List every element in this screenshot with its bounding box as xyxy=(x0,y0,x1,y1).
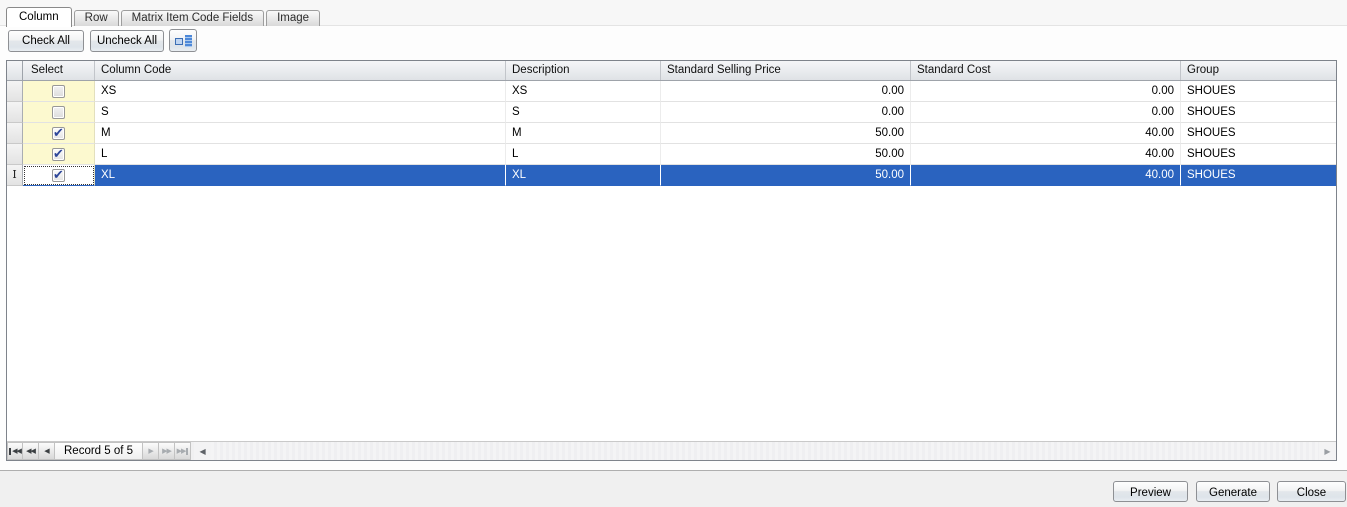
nav-next-page-button[interactable]: ▶▶ xyxy=(159,442,176,460)
row-checkbox[interactable] xyxy=(52,146,65,162)
standard-selling-price-cell[interactable]: 50.00 xyxy=(661,165,911,186)
standard-cost-cell[interactable]: 0.00 xyxy=(911,81,1181,102)
group-cell[interactable]: SHOUES xyxy=(1181,102,1336,123)
group-cell[interactable]: SHOUES xyxy=(1181,123,1336,144)
footer-bar: Preview Generate Close xyxy=(0,471,1347,507)
standard-selling-price-cell[interactable]: 50.00 xyxy=(661,123,911,144)
column-code-cell[interactable]: S xyxy=(95,102,506,123)
tab-image[interactable]: Image xyxy=(266,10,321,26)
standard-cost-cell[interactable]: 0.00 xyxy=(911,102,1181,123)
prev-page-icon: ◀◀ xyxy=(26,448,36,455)
column-code-cell[interactable]: XS xyxy=(95,81,506,102)
record-navigator-strip: ◀◀ ◀◀ ◀ Record 5 of 5 ▶ ▶▶ ▶▶ ◀ ▶ xyxy=(7,441,1336,460)
row-indicator-cell[interactable]: I xyxy=(7,165,23,186)
select-cell[interactable] xyxy=(23,102,95,123)
nav-next-record-button[interactable]: ▶ xyxy=(143,442,160,460)
row-checkbox[interactable] xyxy=(52,84,65,98)
column-header-description[interactable]: Description xyxy=(506,61,661,80)
group-cell[interactable]: SHOUES xyxy=(1181,81,1336,102)
column-code-cell[interactable]: XL xyxy=(95,165,506,186)
row-indicator-cell[interactable] xyxy=(7,102,23,123)
list-detail-icon xyxy=(174,34,192,47)
select-cell[interactable] xyxy=(23,123,95,144)
select-cell[interactable] xyxy=(23,165,95,186)
first-record-icon: ◀◀ xyxy=(12,448,22,455)
row-indicator-cell[interactable] xyxy=(7,123,23,144)
column-header-group[interactable]: Group xyxy=(1181,61,1336,80)
grid-row[interactable]: L L 50.00 40.00 SHOUES xyxy=(7,144,1336,165)
check-all-button[interactable]: Check All xyxy=(8,30,84,52)
nav-prev-page-button[interactable]: ◀◀ xyxy=(23,442,39,460)
grid-rows: XS XS 0.00 0.00 SHOUES S S 0.00 0.00 SHO… xyxy=(7,81,1336,441)
select-cell[interactable] xyxy=(23,81,95,102)
grid-row[interactable]: XS XS 0.00 0.00 SHOUES xyxy=(7,81,1336,102)
column-code-cell[interactable]: M xyxy=(95,123,506,144)
column-header-select[interactable]: Select xyxy=(23,61,95,80)
nav-last-record-button[interactable]: ▶▶ xyxy=(175,442,192,460)
description-cell[interactable]: XL xyxy=(506,165,661,186)
scroll-left-icon[interactable]: ◀ xyxy=(194,442,211,460)
standard-selling-price-cell[interactable]: 50.00 xyxy=(661,144,911,165)
main-panel: Column Row Matrix Item Code Fields Image… xyxy=(0,0,1347,471)
grid-header-row: Select Column Code Description Standard … xyxy=(7,61,1336,81)
description-cell[interactable]: L xyxy=(506,144,661,165)
column-header-column-code[interactable]: Column Code xyxy=(95,61,506,80)
next-record-icon: ▶ xyxy=(148,448,153,455)
column-header-standard-selling-price[interactable]: Standard Selling Price xyxy=(661,61,911,80)
tab-matrix-item-code-fields[interactable]: Matrix Item Code Fields xyxy=(120,10,265,26)
group-cell[interactable]: SHOUES xyxy=(1181,165,1336,186)
column-header-standard-cost[interactable]: Standard Cost xyxy=(911,61,1181,80)
tab-column[interactable]: Column xyxy=(6,7,72,27)
last-record-icon: ▶▶ xyxy=(176,448,187,455)
tab-strip: Column Row Matrix Item Code Fields Image xyxy=(6,6,322,27)
close-button[interactable]: Close xyxy=(1277,481,1346,502)
standard-cost-cell[interactable]: 40.00 xyxy=(911,165,1181,186)
nav-prev-record-button[interactable]: ◀ xyxy=(39,442,55,460)
view-options-button[interactable] xyxy=(169,29,197,52)
description-cell[interactable]: M xyxy=(506,123,661,144)
horizontal-scrollbar[interactable]: ◀ ▶ xyxy=(194,442,1336,460)
standard-cost-cell[interactable]: 40.00 xyxy=(911,144,1181,165)
prev-record-icon: ◀ xyxy=(44,448,49,455)
nav-first-record-button[interactable]: ◀◀ xyxy=(7,442,23,460)
grid-row[interactable]: M M 50.00 40.00 SHOUES xyxy=(7,123,1336,144)
column-code-cell[interactable]: L xyxy=(95,144,506,165)
standard-cost-cell[interactable]: 40.00 xyxy=(911,123,1181,144)
group-cell[interactable]: SHOUES xyxy=(1181,144,1336,165)
scroll-right-icon[interactable]: ▶ xyxy=(1319,442,1336,460)
edit-ibeam-icon: I xyxy=(12,168,17,181)
row-checkbox[interactable] xyxy=(52,167,65,183)
standard-selling-price-cell[interactable]: 0.00 xyxy=(661,81,911,102)
row-checkbox[interactable] xyxy=(52,125,65,141)
generate-button[interactable]: Generate xyxy=(1196,481,1270,502)
grid-row[interactable]: S S 0.00 0.00 SHOUES xyxy=(7,102,1336,123)
tab-row[interactable]: Row xyxy=(73,10,119,26)
standard-selling-price-cell[interactable]: 0.00 xyxy=(661,102,911,123)
record-count-label: Record 5 of 5 xyxy=(55,442,144,460)
row-indicator-cell[interactable] xyxy=(7,81,23,102)
grid-row[interactable]: I XL XL 50.00 40.00 SHOUES xyxy=(7,165,1336,186)
scrollbar-track[interactable] xyxy=(211,442,1319,460)
next-page-icon: ▶▶ xyxy=(162,448,172,455)
uncheck-all-button[interactable]: Uncheck All xyxy=(90,30,164,52)
select-cell[interactable] xyxy=(23,144,95,165)
description-cell[interactable]: S xyxy=(506,102,661,123)
preview-button[interactable]: Preview xyxy=(1113,481,1188,502)
row-indicator-cell[interactable] xyxy=(7,144,23,165)
record-navigator: ◀◀ ◀◀ ◀ Record 5 of 5 ▶ ▶▶ ▶▶ xyxy=(7,442,192,460)
matrix-grid: Select Column Code Description Standard … xyxy=(6,60,1337,461)
description-cell[interactable]: XS xyxy=(506,81,661,102)
row-indicator-header-cell xyxy=(7,61,23,80)
row-checkbox[interactable] xyxy=(52,105,65,119)
